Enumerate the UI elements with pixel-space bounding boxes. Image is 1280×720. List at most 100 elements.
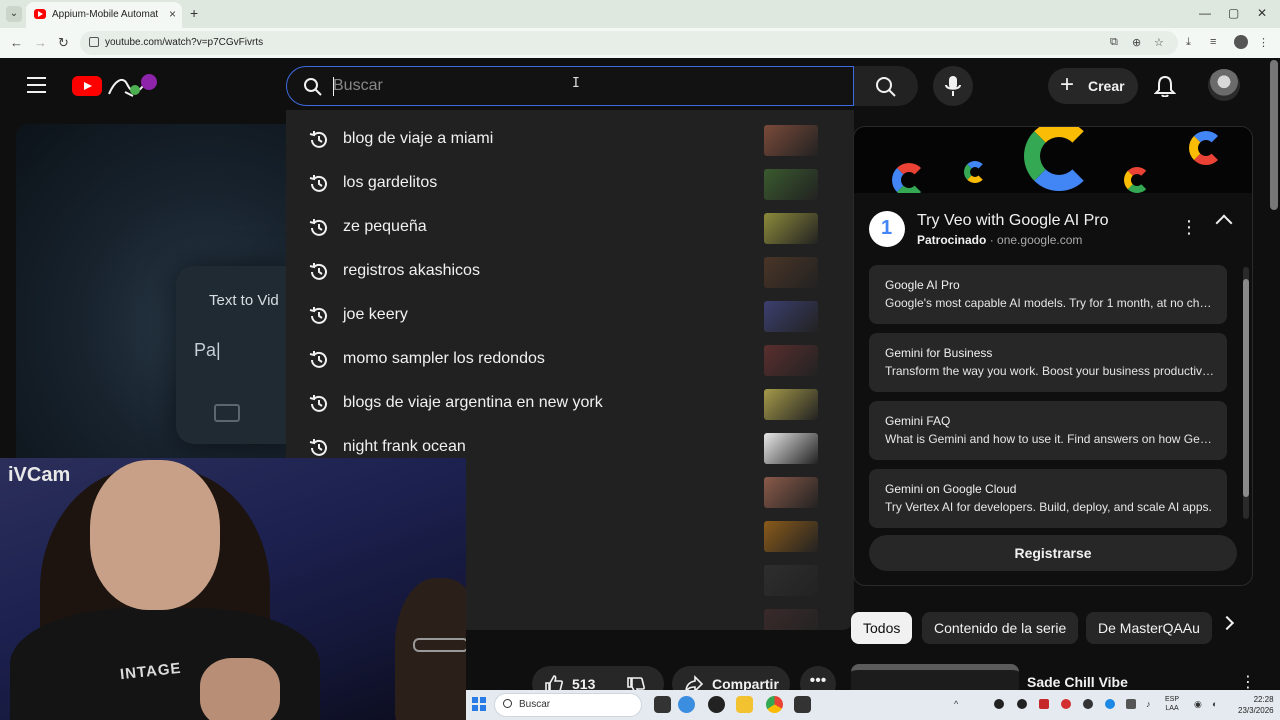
google-g-icon (964, 161, 986, 183)
tray-app-icon[interactable] (1039, 699, 1049, 709)
page-scrollbar-thumb[interactable] (1270, 60, 1278, 210)
windows-start-icon[interactable] (472, 697, 486, 711)
keyboard-language[interactable]: ESP LAA (1165, 695, 1179, 713)
app-icon[interactable] (794, 696, 811, 713)
tray-expand-icon[interactable]: ^ (954, 699, 958, 709)
suggestion-text: joe keery (343, 306, 408, 323)
suggestion-thumbnail[interactable] (764, 125, 818, 156)
ad-scrollbar[interactable] (1243, 267, 1249, 519)
ad-more-options-icon[interactable]: ⋮ (1180, 217, 1198, 238)
suggestion-item[interactable]: ze pequeña (286, 206, 854, 250)
wifi-icon[interactable]: ◉ (1194, 699, 1202, 710)
google-g-icon (1024, 127, 1094, 191)
download-icon[interactable]: ⤓ (1186, 36, 1191, 49)
suggestion-thumbnail[interactable] (764, 609, 818, 630)
file-explorer-icon[interactable] (736, 696, 753, 713)
filter-chip[interactable]: Contenido de la serie (922, 612, 1079, 644)
browser-tab[interactable]: Appium-Mobile Automation Te × (26, 2, 182, 28)
app-icon[interactable] (678, 696, 695, 713)
tab-search-chevron-icon[interactable]: ⌄ (6, 6, 22, 22)
register-button[interactable]: Registrarse (869, 535, 1237, 571)
user-avatar[interactable] (1208, 69, 1240, 101)
next-video-more-icon[interactable]: ⋮ (1240, 672, 1256, 692)
suggestion-item[interactable]: blog de viaje a miami (286, 118, 854, 162)
tray-app-icon[interactable] (1126, 699, 1136, 709)
filter-chip[interactable]: Todos (851, 612, 913, 644)
suggestion-thumbnail[interactable] (764, 257, 818, 288)
bookmark-star-icon[interactable]: ☆ (1154, 36, 1164, 49)
task-view-icon[interactable] (654, 696, 671, 713)
volume-icon[interactable]: ◐ (1212, 699, 1217, 709)
tab-close-icon[interactable]: × (169, 7, 176, 21)
bluetooth-icon[interactable] (1105, 699, 1115, 709)
new-tab-icon[interactable]: + (190, 5, 198, 21)
next-video-title[interactable]: Sade Chill Vibe (1027, 674, 1128, 690)
taskbar-clock[interactable]: 22:28 23/3/2026 (1238, 694, 1274, 716)
minimize-icon[interactable]: — (1199, 6, 1211, 20)
reload-icon[interactable]: ↻ (58, 35, 69, 51)
create-button[interactable]: + Crear (1048, 68, 1138, 104)
ad-sitelink-title: Gemini on Google Cloud (885, 482, 1017, 496)
suggestion-item[interactable]: los gardelitos (286, 162, 854, 206)
suggestion-text: los gardelitos (343, 174, 438, 191)
ad-banner-image[interactable] (854, 127, 1252, 193)
suggestion-thumbnail[interactable] (764, 301, 818, 332)
youtube-logo[interactable] (72, 76, 102, 96)
ad-collapse-chevron-icon[interactable] (1215, 214, 1233, 232)
plus-icon: + (1060, 71, 1075, 98)
window-close-icon[interactable]: ✕ (1257, 6, 1267, 20)
windows-taskbar: Buscar ^ ♪ ESP LAA ◉ ◐ 22:28 23/3/2026 (466, 690, 1280, 720)
zoom-icon[interactable]: ⊕ (1132, 36, 1141, 49)
suggestion-item[interactable]: blogs de viaje argentina en new york (286, 382, 854, 426)
site-info-icon[interactable] (89, 37, 99, 47)
youtube-header: + Crear (0, 58, 1268, 114)
google-g-icon (1124, 167, 1150, 193)
google-one-logo[interactable]: 1 (869, 211, 905, 247)
browser-menu-icon[interactable]: ⋮ (1258, 36, 1269, 49)
tab-title: Appium-Mobile Automation Te (52, 9, 158, 20)
taskbar-search[interactable]: Buscar (494, 693, 642, 717)
search-button[interactable] (854, 66, 918, 106)
menu-icon[interactable] (27, 77, 46, 93)
maximize-icon[interactable]: ▢ (1228, 6, 1239, 20)
ad-title[interactable]: Try Veo with Google AI Pro (917, 212, 1109, 230)
suggestion-item[interactable]: momo sampler los redondos (286, 338, 854, 382)
suggestion-thumbnail[interactable] (764, 389, 818, 420)
youtube-doodle-logo[interactable] (105, 70, 165, 100)
person-hand (200, 658, 280, 720)
suggestion-thumbnail[interactable] (764, 565, 818, 596)
suggestion-thumbnail[interactable] (764, 477, 818, 508)
media-controls-icon[interactable]: ≡ (1210, 36, 1216, 48)
filter-chip[interactable]: De MasterQAAu (1086, 612, 1212, 644)
ad-sitelink-card[interactable]: Gemini FAQ What is Gemini and how to use … (869, 401, 1227, 460)
tray-app-icon[interactable] (1083, 699, 1093, 709)
ad-scrollbar-thumb[interactable] (1243, 279, 1249, 497)
browser-profile-avatar[interactable] (1234, 35, 1248, 49)
ad-sitelink-card[interactable]: Google AI Pro Google's most capable AI mo… (869, 265, 1227, 324)
video-scene-card: Text to Vid Pa| (176, 266, 288, 444)
search-icon (304, 78, 322, 96)
notifications-bell-icon[interactable] (1154, 75, 1176, 97)
suggestion-thumbnail[interactable] (764, 433, 818, 464)
ad-sitelink-card[interactable]: Gemini for Business Transform the way you… (869, 333, 1227, 392)
ad-sitelink-card[interactable]: Gemini on Google Cloud Try Vertex AI for … (869, 469, 1227, 528)
forward-icon[interactable]: → (34, 35, 47, 50)
install-icon[interactable]: ⧉ (1110, 36, 1118, 49)
suggestion-item[interactable]: registros akashicos (286, 250, 854, 294)
tray-app-icon[interactable] (994, 699, 1004, 709)
history-icon (309, 263, 327, 280)
suggestion-item[interactable]: joe keery (286, 294, 854, 338)
suggestion-thumbnail[interactable] (764, 521, 818, 552)
suggestion-thumbnail[interactable] (764, 169, 818, 200)
suggestion-thumbnail[interactable] (764, 345, 818, 376)
app-icon[interactable] (708, 696, 725, 713)
suggestion-thumbnail[interactable] (764, 213, 818, 244)
chrome-icon[interactable] (766, 696, 783, 713)
voice-search-button[interactable] (933, 66, 973, 106)
tray-app-icon[interactable] (1017, 699, 1027, 709)
search-box[interactable] (286, 66, 854, 106)
microphone-tray-icon[interactable]: ♪ (1146, 699, 1151, 709)
back-icon[interactable]: ← (10, 35, 23, 50)
tray-app-icon[interactable] (1061, 699, 1071, 709)
address-bar[interactable]: youtube.com/watch?v=p7CGvFivrts (80, 31, 1178, 55)
